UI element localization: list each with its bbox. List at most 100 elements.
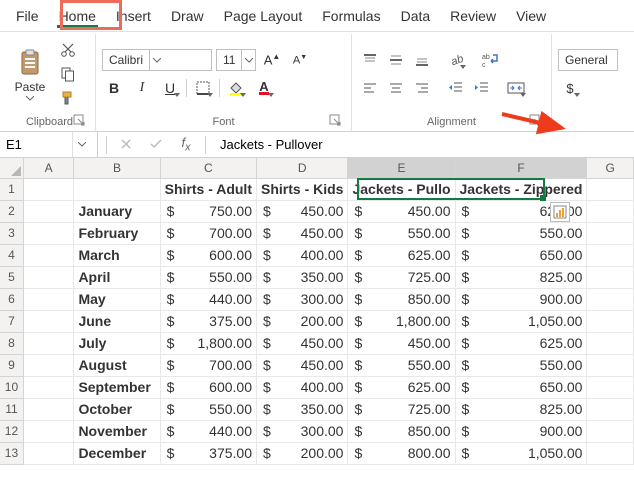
cell-G1[interactable]	[587, 178, 634, 200]
cell-A4[interactable]	[23, 244, 74, 266]
cell-B7[interactable]: June	[74, 310, 160, 332]
cell-B5[interactable]: April	[74, 266, 160, 288]
cell-G2[interactable]	[587, 200, 634, 222]
format-painter-button[interactable]	[58, 89, 78, 107]
cell-C3[interactable]: 700.00	[160, 222, 256, 244]
align-left-button[interactable]	[358, 77, 382, 99]
cut-button[interactable]	[58, 41, 78, 59]
cell-F13[interactable]: 1,050.00	[455, 442, 587, 464]
menu-data[interactable]: Data	[391, 2, 441, 30]
cell-D6[interactable]: 300.00	[257, 288, 348, 310]
increase-indent-button[interactable]	[470, 77, 494, 99]
menu-file[interactable]: File	[6, 2, 49, 30]
cell-F12[interactable]: 900.00	[455, 420, 587, 442]
cell-A8[interactable]	[23, 332, 74, 354]
cell-C8[interactable]: 1,800.00	[160, 332, 256, 354]
cell-G3[interactable]	[587, 222, 634, 244]
cell-C9[interactable]: 700.00	[160, 354, 256, 376]
cell-B6[interactable]: May	[74, 288, 160, 310]
cell-C11[interactable]: 550.00	[160, 398, 256, 420]
cell-G9[interactable]	[587, 354, 634, 376]
menu-review[interactable]: Review	[440, 2, 506, 30]
cell-D2[interactable]: 450.00	[257, 200, 348, 222]
cell-E9[interactable]: 550.00	[348, 354, 455, 376]
cell-F4[interactable]: 650.00	[455, 244, 587, 266]
cell-A7[interactable]	[23, 310, 74, 332]
cell-C12[interactable]: 440.00	[160, 420, 256, 442]
col-header-G[interactable]: G	[587, 158, 634, 178]
cell-F7[interactable]: 1,050.00	[455, 310, 587, 332]
row-header[interactable]: 6	[0, 288, 23, 310]
cell-B8[interactable]: July	[74, 332, 160, 354]
menu-page-layout[interactable]: Page Layout	[214, 2, 313, 30]
cell-D7[interactable]: 200.00	[257, 310, 348, 332]
row-header[interactable]: 3	[0, 222, 23, 244]
col-header-E[interactable]: E	[348, 158, 455, 178]
cell-E1[interactable]: Jackets - Pullo	[348, 178, 455, 200]
cell-B10[interactable]: September	[74, 376, 160, 398]
cell-E2[interactable]: 450.00	[348, 200, 455, 222]
cell-G12[interactable]	[587, 420, 634, 442]
italic-button[interactable]: I	[130, 77, 154, 99]
cell-A5[interactable]	[23, 266, 74, 288]
row-header[interactable]: 9	[0, 354, 23, 376]
cell-B1[interactable]	[74, 178, 160, 200]
cell-D5[interactable]: 350.00	[257, 266, 348, 288]
cell-A3[interactable]	[23, 222, 74, 244]
name-box[interactable]	[0, 132, 98, 157]
cell-A1[interactable]	[23, 178, 74, 200]
name-box-dropdown[interactable]	[72, 132, 90, 157]
formula-input[interactable]	[214, 137, 634, 152]
cell-C4[interactable]: 600.00	[160, 244, 256, 266]
cell-A13[interactable]	[23, 442, 74, 464]
cell-A11[interactable]	[23, 398, 74, 420]
cell-B3[interactable]: February	[74, 222, 160, 244]
copy-button[interactable]	[58, 65, 78, 83]
cell-G11[interactable]	[587, 398, 634, 420]
cell-B9[interactable]: August	[74, 354, 160, 376]
cell-D9[interactable]: 450.00	[257, 354, 348, 376]
cell-C1[interactable]: Shirts - Adult	[160, 178, 256, 200]
accounting-format-button[interactable]: $	[558, 77, 582, 99]
cell-F11[interactable]: 825.00	[455, 398, 587, 420]
insert-function-button[interactable]: fx	[175, 135, 197, 154]
cell-E12[interactable]: 850.00	[348, 420, 455, 442]
cell-B13[interactable]: December	[74, 442, 160, 464]
row-header[interactable]: 12	[0, 420, 23, 442]
cell-F1[interactable]: Jackets - Zippered	[455, 178, 587, 200]
cell-A2[interactable]	[23, 200, 74, 222]
align-bottom-button[interactable]	[410, 49, 434, 71]
cell-A6[interactable]	[23, 288, 74, 310]
clipboard-launcher[interactable]	[73, 114, 87, 128]
cell-B2[interactable]: January	[74, 200, 160, 222]
menu-view[interactable]: View	[506, 2, 556, 30]
row-header[interactable]: 5	[0, 266, 23, 288]
cell-B11[interactable]: October	[74, 398, 160, 420]
bold-button[interactable]: B	[102, 77, 126, 99]
decrease-font-button[interactable]: A▼	[288, 49, 312, 71]
number-format-combo[interactable]: General	[558, 49, 618, 71]
paste-button[interactable]: Paste	[10, 48, 50, 101]
cell-E7[interactable]: 1,800.00	[348, 310, 455, 332]
decrease-indent-button[interactable]	[444, 77, 468, 99]
cell-C6[interactable]: 440.00	[160, 288, 256, 310]
menu-draw[interactable]: Draw	[161, 2, 214, 30]
align-right-button[interactable]	[410, 77, 434, 99]
cell-C13[interactable]: 375.00	[160, 442, 256, 464]
menu-insert[interactable]: Insert	[106, 2, 161, 30]
cell-F6[interactable]: 900.00	[455, 288, 587, 310]
cell-D12[interactable]: 300.00	[257, 420, 348, 442]
cell-E13[interactable]: 800.00	[348, 442, 455, 464]
cell-D11[interactable]: 350.00	[257, 398, 348, 420]
cell-E11[interactable]: 725.00	[348, 398, 455, 420]
wrap-text-button[interactable]: abc	[478, 49, 502, 71]
worksheet-grid[interactable]: A B C D E F G 1Shirts - AdultShirts - Ki…	[0, 158, 634, 465]
cell-D1[interactable]: Shirts - Kids	[257, 178, 348, 200]
font-launcher[interactable]	[329, 114, 343, 128]
cell-G13[interactable]	[587, 442, 634, 464]
cell-F5[interactable]: 825.00	[455, 266, 587, 288]
row-header[interactable]: 1	[0, 178, 23, 200]
menu-formulas[interactable]: Formulas	[312, 2, 390, 30]
cell-F10[interactable]: 650.00	[455, 376, 587, 398]
select-all-button[interactable]	[0, 158, 23, 178]
